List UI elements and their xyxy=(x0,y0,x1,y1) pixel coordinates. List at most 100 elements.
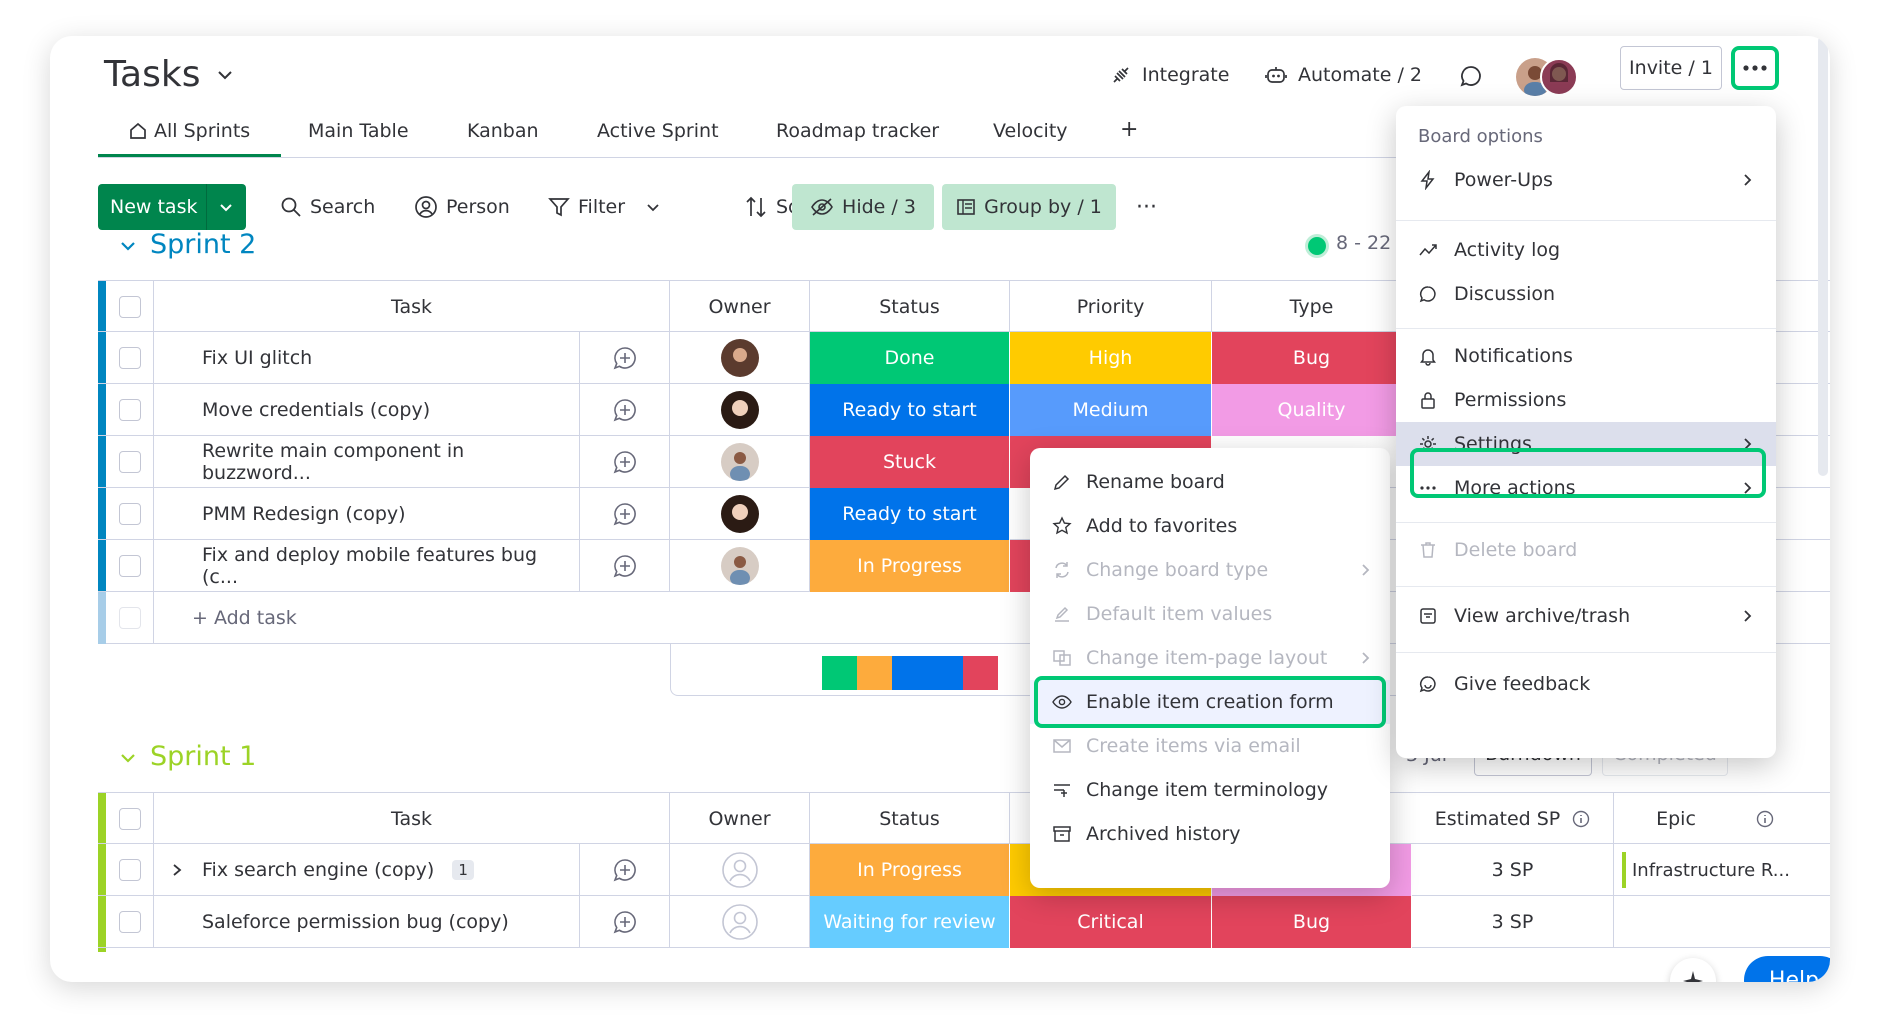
row-checkbox[interactable] xyxy=(118,555,141,577)
group-by-button[interactable]: Group by / 1 xyxy=(942,184,1116,230)
owner-avatar[interactable] xyxy=(720,443,759,481)
avatar[interactable] xyxy=(1540,58,1578,96)
add-update-button[interactable] xyxy=(580,488,670,540)
activity-log-item[interactable]: Activity log xyxy=(1396,228,1776,272)
change-item-terminology-item[interactable]: Change item terminology xyxy=(1030,768,1390,812)
add-update-button[interactable] xyxy=(580,384,670,436)
column-header-task[interactable]: Task xyxy=(154,281,670,333)
tab-active-sprint[interactable]: Active Sprint xyxy=(597,120,719,142)
info-icon[interactable] xyxy=(1572,810,1590,828)
chevron-down-icon[interactable] xyxy=(217,198,235,216)
default-item-values-item[interactable]: Default item values xyxy=(1030,592,1390,636)
power-ups-item[interactable]: Power-Ups xyxy=(1396,158,1776,202)
create-items-via-email-item[interactable]: Create items via email xyxy=(1030,724,1390,768)
task-cell[interactable]: Fix search engine (copy) 1 xyxy=(154,844,580,896)
status-cell[interactable]: Done xyxy=(810,332,1010,384)
column-header-task[interactable]: Task xyxy=(154,793,670,845)
info-icon[interactable] xyxy=(1756,810,1774,828)
status-cell[interactable]: Ready to start xyxy=(810,384,1010,436)
status-cell[interactable]: Stuck xyxy=(810,436,1010,488)
ai-assistant-button[interactable] xyxy=(1670,958,1716,982)
delete-board-item[interactable]: Delete board xyxy=(1396,528,1776,572)
add-to-favorites-item[interactable]: Add to favorites xyxy=(1030,504,1390,548)
column-header-priority[interactable]: Priority xyxy=(1010,281,1212,333)
new-task-button[interactable]: New task xyxy=(98,184,246,230)
priority-cell[interactable]: Medium xyxy=(1010,384,1212,436)
discussion-item[interactable]: Discussion xyxy=(1396,272,1776,316)
add-update-button[interactable] xyxy=(580,844,670,896)
tab-kanban[interactable]: Kanban xyxy=(467,120,539,142)
owner-avatar[interactable] xyxy=(720,391,759,429)
search-button[interactable]: Search xyxy=(268,184,387,230)
type-cell[interactable]: Bug xyxy=(1212,896,1412,948)
status-cell[interactable]: In Progress xyxy=(810,844,1010,896)
status-cell[interactable]: Waiting for review xyxy=(810,896,1010,948)
add-update-button[interactable] xyxy=(580,332,670,384)
help-button[interactable]: Help xyxy=(1744,956,1830,982)
row-checkbox[interactable] xyxy=(118,503,141,525)
subitems-count-badge[interactable]: 1 xyxy=(452,860,474,880)
collapse-group-icon[interactable] xyxy=(118,236,138,256)
task-name[interactable]: Saleforce permission bug (copy) xyxy=(154,896,580,948)
chevron-down-icon[interactable] xyxy=(216,66,234,84)
hide-button[interactable]: Hide / 3 xyxy=(792,184,934,230)
group-title[interactable]: Sprint 2 xyxy=(150,229,256,260)
give-feedback-item[interactable]: Give feedback xyxy=(1396,662,1776,706)
row-checkbox[interactable] xyxy=(118,451,141,473)
column-header-owner[interactable]: Owner xyxy=(670,281,810,333)
rename-board-item[interactable]: Rename board xyxy=(1030,460,1390,504)
column-header-owner[interactable]: Owner xyxy=(670,793,810,845)
row-checkbox[interactable] xyxy=(118,347,141,369)
add-update-button[interactable] xyxy=(580,896,670,948)
automate-button[interactable]: Automate / 2 xyxy=(1264,64,1422,86)
change-item-page-layout-item[interactable]: Change item-page layout xyxy=(1030,636,1390,680)
owner-avatar[interactable] xyxy=(720,339,759,377)
expand-subitems-icon[interactable] xyxy=(170,862,184,878)
column-header-epic[interactable]: Epic xyxy=(1614,793,1816,845)
tab-roadmap-tracker[interactable]: Roadmap tracker xyxy=(776,120,939,142)
select-all-checkbox[interactable] xyxy=(118,808,141,830)
table-row[interactable]: Fix search engine (copy) 1 In Progress H… xyxy=(98,844,1830,896)
status-cell[interactable]: Ready to start xyxy=(810,488,1010,540)
type-cell[interactable]: Bug xyxy=(1212,332,1412,384)
change-board-type-item[interactable]: Change board type xyxy=(1030,548,1390,592)
tab-all-sprints[interactable]: All Sprints xyxy=(128,120,250,142)
task-name[interactable]: PMM Redesign (copy) xyxy=(154,488,580,540)
column-header-type[interactable]: Type xyxy=(1212,281,1412,333)
permissions-item[interactable]: Permissions xyxy=(1396,378,1776,422)
priority-cell[interactable]: High xyxy=(1010,332,1212,384)
empty-owner-icon[interactable] xyxy=(721,851,759,889)
board-title[interactable]: Tasks xyxy=(104,54,200,95)
column-header-status[interactable]: Status xyxy=(810,281,1010,333)
add-update-button[interactable] xyxy=(580,436,670,488)
task-name[interactable]: Fix UI glitch xyxy=(154,332,580,384)
epic-cell[interactable]: Infrastructure R... xyxy=(1614,844,1816,896)
select-all-checkbox[interactable] xyxy=(118,296,141,318)
toolbar-more-button[interactable]: ··· xyxy=(1124,184,1169,230)
task-name[interactable]: Fix and deploy mobile features bug (c... xyxy=(154,540,580,592)
column-header-estimated-sp[interactable]: Estimated SP xyxy=(1412,793,1614,845)
task-name[interactable]: Fix search engine (copy) xyxy=(202,859,434,881)
row-checkbox[interactable] xyxy=(118,859,141,881)
empty-owner-icon[interactable] xyxy=(721,903,759,941)
collapse-group-icon[interactable] xyxy=(118,748,138,768)
tab-velocity[interactable]: Velocity xyxy=(993,120,1068,142)
task-name[interactable]: Rewrite main component in buzzword... xyxy=(154,436,580,488)
chevron-down-icon[interactable] xyxy=(645,199,661,215)
owner-avatar[interactable] xyxy=(720,547,759,585)
view-archive-trash-item[interactable]: View archive/trash xyxy=(1396,594,1776,638)
chat-bubble-icon[interactable] xyxy=(1458,64,1484,90)
add-update-button[interactable] xyxy=(580,540,670,592)
group-title[interactable]: Sprint 1 xyxy=(150,741,256,772)
column-header-status[interactable]: Status xyxy=(810,793,1010,845)
owner-avatar[interactable] xyxy=(720,495,759,533)
person-filter-button[interactable]: Person xyxy=(402,184,522,230)
type-cell[interactable]: Quality xyxy=(1212,384,1412,436)
estimated-sp-cell[interactable]: 3 SP xyxy=(1412,896,1614,948)
filter-button[interactable]: Filter xyxy=(536,184,673,230)
row-checkbox[interactable] xyxy=(118,399,141,421)
vertical-scrollbar[interactable] xyxy=(1818,36,1828,476)
invite-button[interactable]: Invite / 1 xyxy=(1620,46,1722,90)
notifications-item[interactable]: Notifications xyxy=(1396,334,1776,378)
estimated-sp-cell[interactable]: 3 SP xyxy=(1412,844,1614,896)
